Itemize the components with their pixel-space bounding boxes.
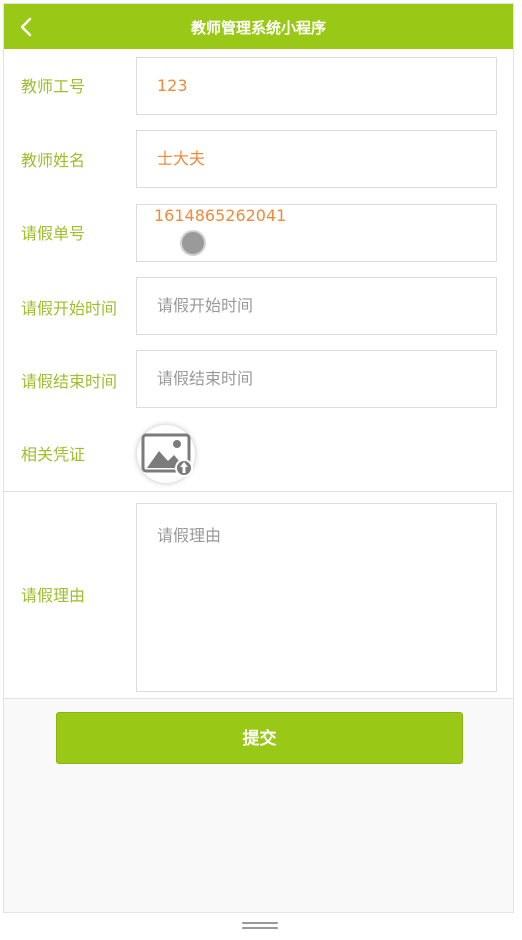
reason-textarea[interactable]: 请假理由 [136,503,497,692]
header-bar: 教师管理系统小程序 [4,4,513,49]
end-time-label: 请假结束时间 [21,372,118,391]
submit-button[interactable]: 提交 [56,712,463,764]
floating-drag-handle[interactable] [180,230,206,256]
leave-form: 教师工号 123 教师姓名 士大夫 请假单号 1614865262041 请假开… [4,49,513,699]
proof-label: 相关凭证 [21,445,86,464]
leave-no-label: 请假单号 [21,224,86,243]
section-divider [4,491,513,492]
start-time-field[interactable]: 请假开始时间 [136,277,497,335]
page-title: 教师管理系统小程序 [190,19,326,37]
app-frame: 教师管理系统小程序 教师工号 123 教师姓名 士大夫 请假单号 1614865… [3,3,514,913]
teacher-name-label: 教师姓名 [21,151,86,170]
end-time-field[interactable]: 请假结束时间 [136,350,497,408]
teacher-name-field[interactable]: 士大夫 [136,130,497,188]
proof-upload-button[interactable] [137,425,195,483]
image-upload-icon [141,433,193,477]
reason-label: 请假理由 [21,586,86,605]
start-time-label: 请假开始时间 [21,299,118,318]
teacher-id-field[interactable]: 123 [136,57,497,115]
home-indicator[interactable] [242,922,278,930]
teacher-id-label: 教师工号 [21,77,86,96]
section-divider [4,698,513,699]
